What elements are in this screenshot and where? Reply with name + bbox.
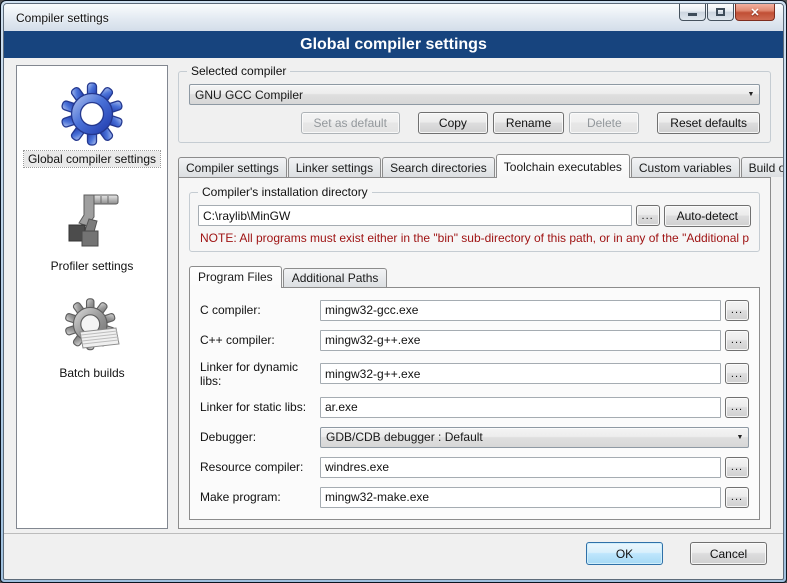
- form-row-cpp-compiler: C++ compiler: ...: [200, 330, 749, 351]
- tab-search-directories[interactable]: Search directories: [382, 157, 495, 177]
- field-label: Linker for static libs:: [200, 400, 320, 414]
- batch-gear-icon: [60, 296, 124, 360]
- toolchain-executables-panel: Compiler's installation directory ... Au…: [178, 177, 771, 529]
- compiler-settings-window: Compiler settings ✕ Global compiler sett…: [0, 0, 787, 583]
- resource-compiler-browse-button[interactable]: ...: [725, 457, 749, 478]
- field-label: Linker for dynamic libs:: [200, 360, 320, 388]
- make-program-input[interactable]: [320, 487, 721, 508]
- sidebar-item-batch-builds[interactable]: Batch builds: [55, 288, 128, 395]
- selected-compiler-group-label: Selected compiler: [187, 64, 290, 78]
- tab-linker-settings[interactable]: Linker settings: [288, 157, 381, 177]
- window-controls: ✕: [679, 4, 775, 21]
- field-label: C compiler:: [200, 303, 320, 317]
- program-files-panel: C compiler: ... C++ compiler: ... Linker…: [189, 287, 760, 520]
- installation-directory-input[interactable]: [198, 205, 632, 226]
- form-row-c-compiler: C compiler: ...: [200, 300, 749, 321]
- sidebar-item-profiler-settings[interactable]: Profiler settings: [47, 181, 138, 288]
- minimize-icon: [688, 13, 697, 16]
- ok-button[interactable]: OK: [586, 542, 663, 565]
- main-area: Global compiler settings: [4, 58, 783, 533]
- settings-panel: Selected compiler GNU GCC Compiler ▼ Set…: [178, 65, 771, 529]
- minimize-button[interactable]: [679, 4, 706, 21]
- dialog-header-title: Global compiler settings: [300, 36, 487, 54]
- linker-dynamic-input[interactable]: [320, 363, 721, 384]
- cpp-compiler-input[interactable]: [320, 330, 721, 351]
- installation-note: NOTE: All programs must exist either in …: [200, 231, 749, 245]
- settings-tab-bar: Compiler settings Linker settings Search…: [178, 153, 771, 177]
- chevron-down-icon: ▼: [743, 91, 759, 98]
- linker-static-browse-button[interactable]: ...: [725, 397, 749, 418]
- linker-static-input[interactable]: [320, 397, 721, 418]
- tab-custom-variables[interactable]: Custom variables: [631, 157, 740, 177]
- field-label: Resource compiler:: [200, 460, 320, 474]
- dialog-header: Global compiler settings: [4, 31, 783, 58]
- caliper-icon: [60, 189, 124, 253]
- sidebar-item-label: Profiler settings: [47, 258, 138, 274]
- form-row-linker-static: Linker for static libs: ...: [200, 397, 749, 418]
- maximize-icon: [716, 8, 725, 16]
- subtab-additional-paths[interactable]: Additional Paths: [283, 268, 388, 287]
- compiler-select-value: GNU GCC Compiler: [195, 88, 743, 102]
- dialog-footer: OK Cancel: [4, 533, 783, 579]
- installation-directory-group-label: Compiler's installation directory: [198, 185, 372, 199]
- copy-button[interactable]: Copy: [418, 112, 488, 134]
- c-compiler-input[interactable]: [320, 300, 721, 321]
- selected-compiler-group: Selected compiler GNU GCC Compiler ▼ Set…: [178, 71, 771, 143]
- c-compiler-browse-button[interactable]: ...: [725, 300, 749, 321]
- installation-directory-row: ... Auto-detect: [198, 205, 751, 227]
- tab-compiler-settings[interactable]: Compiler settings: [178, 157, 287, 177]
- set-as-default-button[interactable]: Set as default: [301, 112, 400, 134]
- maximize-button[interactable]: [707, 4, 734, 21]
- cancel-button[interactable]: Cancel: [690, 542, 767, 565]
- auto-detect-button[interactable]: Auto-detect: [664, 205, 751, 227]
- debugger-select-value: GDB/CDB debugger : Default: [326, 430, 732, 444]
- compiler-action-buttons: Set as default Copy Rename Delete Reset …: [189, 112, 760, 134]
- sidebar-item-label: Batch builds: [55, 365, 128, 381]
- form-row-linker-dynamic: Linker for dynamic libs: ...: [200, 360, 749, 388]
- delete-button[interactable]: Delete: [569, 112, 639, 134]
- compiler-select[interactable]: GNU GCC Compiler ▼: [189, 84, 760, 105]
- installation-directory-browse-button[interactable]: ...: [636, 205, 660, 226]
- tab-toolchain-executables[interactable]: Toolchain executables: [496, 154, 630, 178]
- form-row-make-program: Make program: ...: [200, 487, 749, 508]
- reset-defaults-button[interactable]: Reset defaults: [657, 112, 760, 134]
- cpp-compiler-browse-button[interactable]: ...: [725, 330, 749, 351]
- form-row-debugger: Debugger: GDB/CDB debugger : Default ▼: [200, 427, 749, 448]
- field-label: Make program:: [200, 490, 320, 504]
- field-label: C++ compiler:: [200, 333, 320, 347]
- field-label: Debugger:: [200, 430, 320, 444]
- sidebar-item-global-compiler-settings[interactable]: Global compiler settings: [24, 74, 160, 181]
- installation-directory-group: Compiler's installation directory ... Au…: [189, 192, 760, 252]
- subtab-program-files[interactable]: Program Files: [189, 266, 282, 288]
- linker-dynamic-browse-button[interactable]: ...: [725, 363, 749, 384]
- title-bar[interactable]: Compiler settings ✕: [4, 4, 783, 31]
- form-row-resource-compiler: Resource compiler: ...: [200, 457, 749, 478]
- window-inner: Compiler settings ✕ Global compiler sett…: [3, 3, 784, 580]
- close-button[interactable]: ✕: [735, 4, 775, 21]
- debugger-select[interactable]: GDB/CDB debugger : Default ▼: [320, 427, 749, 448]
- blue-gear-icon: [60, 82, 124, 146]
- resource-compiler-input[interactable]: [320, 457, 721, 478]
- chevron-down-icon: ▼: [732, 434, 748, 441]
- sidebar-item-label: Global compiler settings: [24, 151, 160, 167]
- tab-build-options[interactable]: Build options: [741, 157, 784, 177]
- toolchain-subtab-bar: Program Files Additional Paths: [189, 266, 760, 287]
- rename-button[interactable]: Rename: [493, 112, 564, 134]
- close-icon: ✕: [750, 6, 759, 19]
- make-program-browse-button[interactable]: ...: [725, 487, 749, 508]
- settings-category-list: Global compiler settings: [16, 65, 168, 529]
- window-title: Compiler settings: [16, 11, 109, 25]
